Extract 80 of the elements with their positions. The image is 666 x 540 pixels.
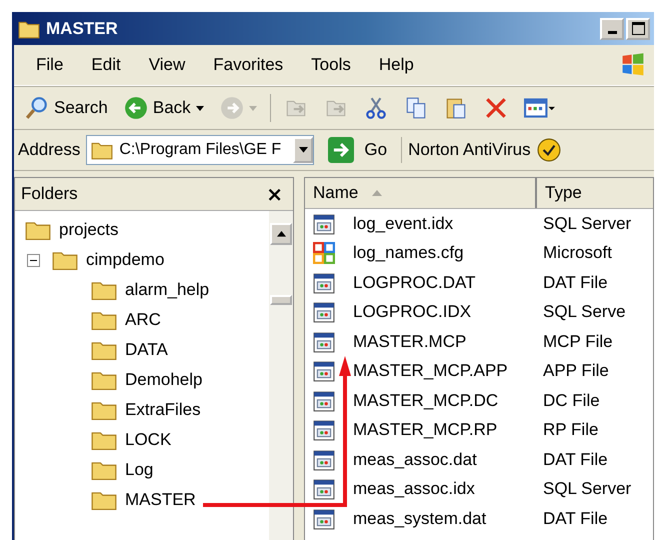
file-icon: [313, 301, 335, 324]
collapse-toggle[interactable]: [27, 254, 40, 266]
file-name[interactable]: LOGPROC.IDX: [353, 302, 472, 322]
file-type: RP File: [543, 420, 598, 440]
menu-item[interactable]: Tools: [297, 55, 365, 75]
maximize-button[interactable]: [626, 18, 650, 40]
tree-item[interactable]: MASTER: [125, 490, 196, 510]
caret-icon: [248, 106, 257, 110]
file-type: DAT File: [543, 450, 608, 470]
copy-icon: [404, 96, 428, 120]
file-name[interactable]: MASTER_MCP.APP: [353, 361, 508, 382]
window-title: MASTER: [46, 18, 118, 38]
toolbar-label: Norton AntiVirus: [408, 140, 531, 160]
tree-item[interactable]: alarm_help: [125, 280, 210, 300]
tree-item[interactable]: DATA: [125, 340, 168, 360]
file-icon: [313, 330, 335, 353]
file-type: APP File: [543, 361, 609, 382]
file-name[interactable]: LOGPROC.DAT: [353, 272, 476, 293]
file-type: SQL Server: [543, 214, 632, 234]
scroll-up-icon: [276, 231, 286, 237]
caret-icon: [298, 147, 308, 153]
tree-item[interactable]: projects: [59, 220, 119, 240]
file-icon: [313, 448, 335, 471]
file-icon: [313, 272, 335, 294]
file-icon: [313, 508, 335, 530]
file-name[interactable]: MASTER_MCP.RP: [353, 420, 498, 440]
column-header[interactable]: Name: [305, 178, 537, 208]
file-name[interactable]: MASTER_MCP.DC: [353, 390, 498, 411]
checkmark-icon[interactable]: [536, 138, 561, 162]
file-type: SQL Server: [543, 479, 632, 500]
go-button[interactable]: Go: [320, 137, 402, 163]
file-type: DAT File: [543, 272, 608, 293]
menu-item[interactable]: File: [22, 55, 78, 75]
file-name[interactable]: MASTER.MCP: [353, 332, 466, 352]
delete-icon: [484, 96, 508, 120]
scrollbar[interactable]: [269, 211, 293, 540]
pane-title: Folders: [21, 184, 78, 204]
file-type: DC File: [543, 390, 600, 411]
folder-icon: [91, 140, 114, 160]
address-field[interactable]: C:\Program Files\GE F: [86, 135, 314, 165]
file-icon: [313, 212, 335, 235]
address-label: Address: [18, 140, 80, 160]
file-icon: [313, 360, 335, 382]
tree-item[interactable]: LOCK: [125, 430, 172, 450]
file-name[interactable]: meas_assoc.idx: [353, 479, 475, 500]
search-icon: [25, 96, 49, 120]
dropdown-button[interactable]: [293, 137, 314, 163]
tree-item[interactable]: ARC: [125, 310, 161, 330]
config-file-icon: [313, 242, 335, 264]
file-icon: [313, 390, 335, 412]
menu-item[interactable]: Edit: [77, 55, 135, 75]
file-name[interactable]: meas_system.dat: [353, 508, 486, 529]
file-name[interactable]: log_event.idx: [353, 214, 454, 234]
file-type: Microsoft: [543, 243, 612, 264]
tree-item[interactable]: Demohelp: [125, 370, 202, 390]
sort-arrow-icon: [372, 190, 382, 196]
file-type: SQL Serve: [543, 302, 626, 322]
menu-item[interactable]: Help: [364, 55, 428, 75]
column-header[interactable]: Type: [537, 178, 653, 208]
menu-item[interactable]: View: [134, 55, 200, 75]
search-button[interactable]: Search: [18, 93, 115, 123]
file-name[interactable]: meas_assoc.dat: [353, 450, 477, 470]
views-icon: [524, 96, 556, 120]
paste-icon: [444, 96, 468, 120]
tree-item[interactable]: ExtraFiles: [125, 400, 201, 420]
back-button[interactable]: Back: [116, 93, 211, 123]
file-type: DAT File: [543, 508, 608, 529]
minimize-button[interactable]: [600, 18, 624, 40]
file-icon: [313, 419, 335, 442]
caret-icon: [196, 106, 204, 110]
file-icon: [313, 478, 335, 500]
file-name[interactable]: log_names.cfg: [353, 243, 464, 264]
scrollbar-thumb[interactable]: [270, 295, 292, 305]
close-button[interactable]: ×: [262, 182, 287, 206]
file-type: MCP File: [543, 332, 613, 352]
tree-item[interactable]: cimpdemo: [86, 250, 164, 270]
tree-item[interactable]: Log: [125, 460, 154, 480]
windows-logo-icon: [620, 52, 646, 78]
menu-item[interactable]: Favorites: [199, 55, 298, 75]
scissors-icon: [364, 96, 388, 120]
